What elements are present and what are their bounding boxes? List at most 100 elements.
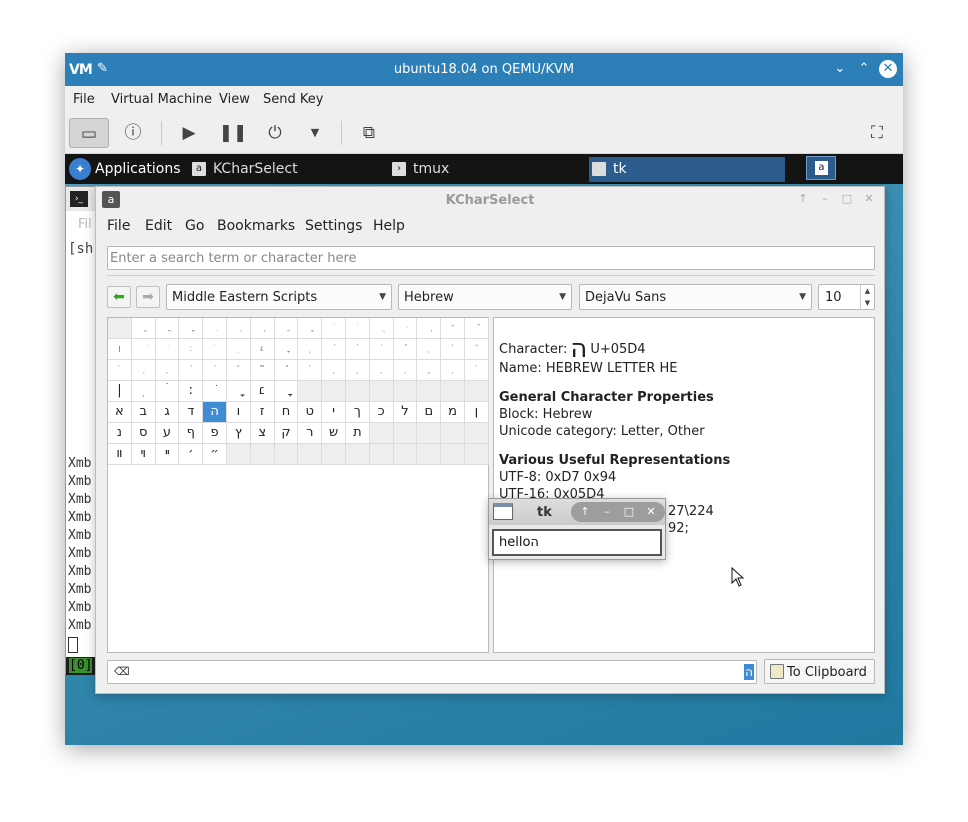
character-cell[interactable]: ֹ [322, 318, 346, 339]
character-cell[interactable]: ע [155, 423, 180, 444]
search-input[interactable] [110, 249, 870, 267]
character-cell[interactable]: ׄ [155, 381, 180, 402]
character-cell[interactable]: ח [274, 402, 299, 423]
character-cell[interactable]: ׇ [274, 381, 299, 402]
character-cell[interactable]: נ [108, 423, 132, 444]
character-cell[interactable]: ֜ [179, 360, 204, 381]
character-cell[interactable]: פ [203, 423, 227, 444]
character-cell[interactable]: ֛ [155, 360, 180, 381]
character-cell[interactable]: ֞ [226, 360, 251, 381]
back-button[interactable]: ⬅ [107, 286, 131, 308]
character-cell[interactable]: ֙ [108, 360, 132, 381]
maximize-icon[interactable]: ⌃ [855, 60, 873, 78]
character-cell[interactable]: ז [250, 402, 275, 423]
menu-edit[interactable]: Edit [145, 218, 172, 234]
menu-help[interactable]: Help [373, 218, 405, 234]
character-cell[interactable]: ֟ [250, 360, 275, 381]
applications-menu[interactable]: ✦ Applications [69, 157, 181, 181]
character-cell[interactable]: ֵ [226, 318, 251, 339]
character-cell[interactable]: ֗ [441, 339, 465, 360]
menu-send-key[interactable]: Send Key [263, 92, 323, 107]
character-cell[interactable]: ֨ [464, 360, 489, 381]
tray-kcharselect[interactable]: a [806, 156, 836, 180]
character-cell[interactable]: ֣ [345, 360, 370, 381]
character-cell[interactable]: ֑ [298, 339, 323, 360]
character-cell[interactable]: ֥ [393, 360, 418, 381]
terminal-menu-file[interactable]: Fil [78, 217, 92, 232]
character-cell[interactable]: ג [155, 402, 180, 423]
character-cell[interactable]: ׁ [131, 339, 156, 360]
character-cell[interactable]: י [322, 402, 346, 423]
character-cell[interactable]: ֝ [203, 360, 227, 381]
character-cell[interactable]: ֒ [322, 339, 346, 360]
character-cell[interactable]: ִ [203, 318, 227, 339]
character-cell[interactable]: צ [250, 423, 275, 444]
character-cell[interactable]: ה [203, 402, 227, 423]
console-button[interactable]: ▭ [69, 118, 109, 148]
menu-view[interactable]: View [219, 92, 250, 107]
menu-settings[interactable]: Settings [305, 218, 362, 234]
character-cell[interactable]: ֺ [345, 318, 370, 339]
character-cell[interactable]: ׅ [226, 339, 251, 360]
menu-file[interactable]: File [107, 218, 130, 234]
character-cell[interactable]: ֕ [393, 339, 418, 360]
snapshots-button[interactable]: ⧉ [349, 118, 389, 148]
character-cell[interactable]: ֘ [464, 339, 489, 360]
shutdown-button[interactable]: ⏻ [255, 118, 295, 148]
character-cell[interactable]: ֢ [322, 360, 346, 381]
character-line-edit[interactable]: ⌫ ה [107, 660, 757, 684]
character-cell[interactable]: ֖ [417, 339, 442, 360]
character-cell[interactable]: ֱ [131, 318, 156, 339]
character-cell[interactable]: ׆ [250, 339, 275, 360]
character-cell[interactable]: ף [179, 423, 204, 444]
task-tk[interactable]: tk [589, 157, 785, 182]
run-button[interactable]: ▶ [169, 118, 209, 148]
character-cell[interactable]: ֲ [155, 318, 180, 339]
block-combo[interactable]: Hebrew ▼ [398, 284, 572, 310]
close-icon[interactable]: ✕ [862, 192, 876, 206]
character-cell[interactable]: ֶ [250, 318, 275, 339]
shutdown-menu-button[interactable]: ▼ [295, 118, 335, 148]
character-cell[interactable]: ֧ [441, 360, 465, 381]
search-field[interactable] [107, 246, 875, 270]
character-cell[interactable]: ׀ [108, 339, 132, 360]
character-cell[interactable]: ֓ [345, 339, 370, 360]
task-tmux[interactable]: › tmux [389, 157, 583, 182]
character-cell[interactable]: א [108, 402, 132, 423]
tk-entry[interactable]: helloה [492, 529, 662, 556]
menu-file[interactable]: File [73, 92, 95, 107]
character-cell[interactable]: ׳ [179, 444, 204, 465]
forward-button[interactable]: ➡ [136, 286, 160, 308]
character-cell[interactable]: ם [417, 402, 442, 423]
character-cell[interactable]: ל [393, 402, 418, 423]
character-cell[interactable]: ַ [274, 318, 299, 339]
character-cell[interactable]: ֡ [298, 360, 323, 381]
character-cell[interactable]: ר [298, 423, 323, 444]
character-cell[interactable]: מ [441, 402, 465, 423]
clear-icon[interactable]: ⌫ [114, 665, 130, 679]
keep-above-icon[interactable]: ↑ [796, 192, 810, 206]
close-icon[interactable]: ✕ [879, 60, 897, 78]
character-cell[interactable]: ׃ [179, 339, 204, 360]
character-table[interactable]: ֱֲֳִֵֶַָֹֺֻּֽ־ֿ׀ׁׂ׃ׅׄ׆ׇ֑֖֛֚֒֓֔֕֗֘֙֜֝֞֟֠֡… [107, 317, 489, 653]
character-cell[interactable]: ץ [226, 423, 251, 444]
menu-go[interactable]: Go [185, 218, 204, 234]
character-cell[interactable]: ײ [155, 444, 180, 465]
close-icon[interactable]: ✕ [643, 504, 659, 520]
character-cell[interactable]: ס [131, 423, 156, 444]
character-cell[interactable]: ֠ [274, 360, 299, 381]
character-cell[interactable]: ת [345, 423, 370, 444]
character-cell[interactable]: | [108, 381, 132, 402]
maximize-icon[interactable]: □ [621, 504, 637, 520]
minimize-icon[interactable]: – [599, 504, 615, 520]
character-cell[interactable]: ׂ [155, 339, 180, 360]
character-cell[interactable]: ֤ [369, 360, 394, 381]
character-cell[interactable]: ֦ [417, 360, 442, 381]
character-cell[interactable]: ״ [203, 444, 227, 465]
menu-bookmarks[interactable]: Bookmarks [217, 218, 295, 234]
character-cell[interactable]: ָ [226, 381, 251, 402]
task-kcharselect[interactable]: a KCharSelect [189, 157, 383, 182]
character-cell[interactable]: ד [179, 402, 204, 423]
character-cell[interactable]: ױ [131, 444, 156, 465]
character-cell[interactable]: װ [108, 444, 132, 465]
